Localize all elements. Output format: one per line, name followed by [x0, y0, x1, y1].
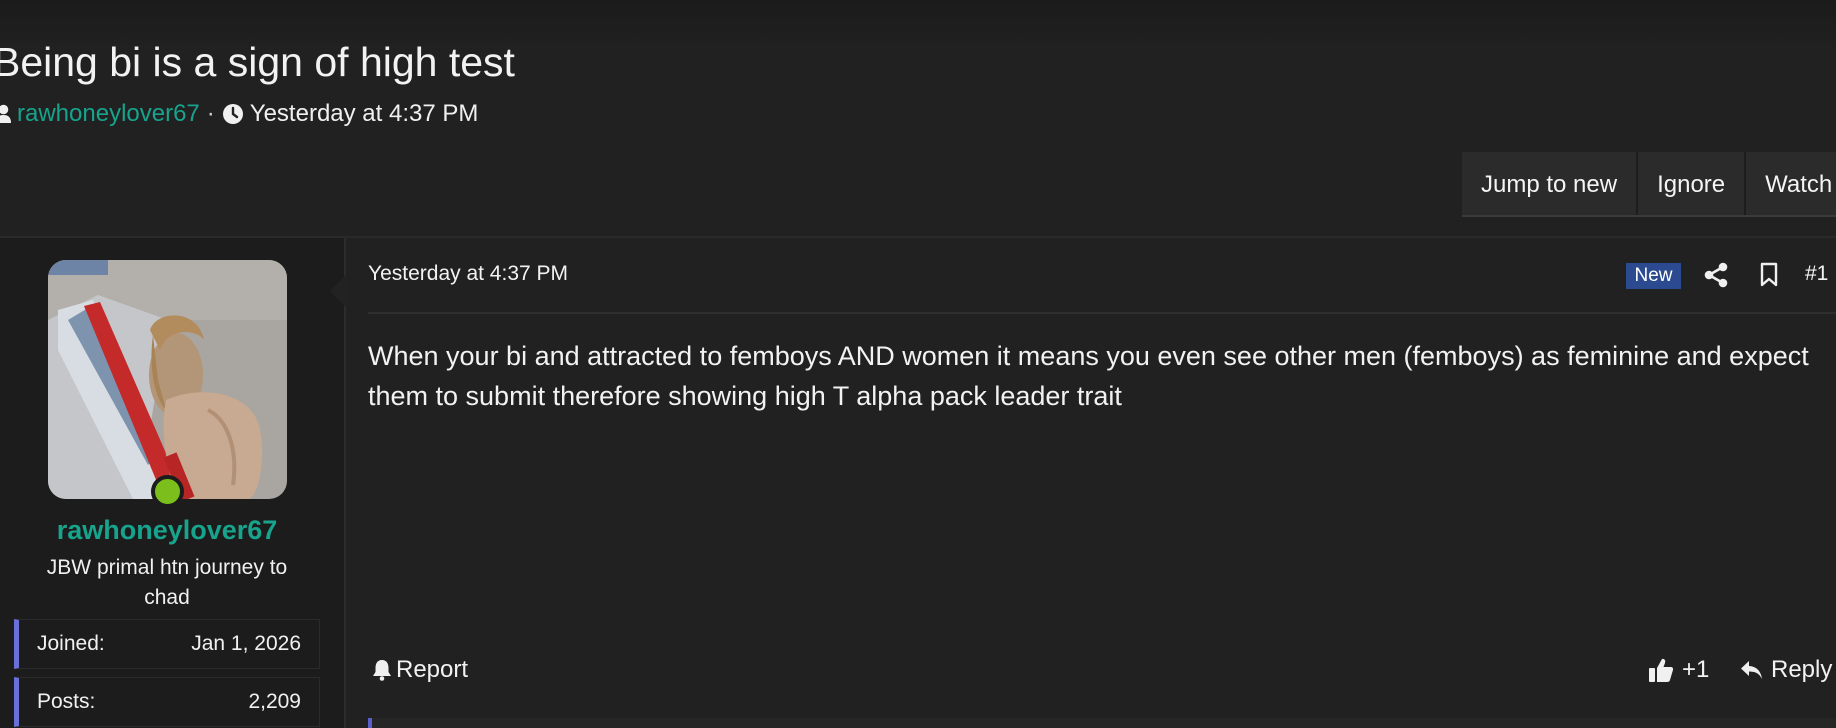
thread-title: Being bi is a sign of high test [0, 39, 515, 85]
like-count: +1 [1682, 656, 1710, 683]
online-status-indicator [151, 475, 184, 508]
thread-author-link[interactable]: rawhoneylover67 [17, 100, 200, 128]
stat-value: Jan 1, 2026 [191, 632, 301, 655]
clock-icon [222, 103, 244, 125]
post-number-link[interactable]: #1 [1805, 262, 1828, 286]
post-arrow [330, 275, 346, 307]
jump-to-new-button[interactable]: Jump to new [1462, 152, 1639, 217]
reply-label: Reply [1771, 656, 1833, 683]
user-icon [0, 104, 11, 124]
stat-label: Joined: [37, 632, 105, 655]
user-stat-posts: Posts: 2,209 [14, 677, 320, 727]
user-stat-joined: Joined: Jan 1, 2026 [14, 619, 320, 669]
share-icon[interactable] [1704, 262, 1728, 293]
action-bar-underline [1462, 215, 1836, 217]
ignore-button[interactable]: Ignore [1638, 152, 1747, 217]
watch-button[interactable]: Watch [1746, 152, 1836, 217]
thread-meta: rawhoneylover67 · Yesterday at 4:37 PM [0, 99, 478, 129]
post-date-link[interactable]: Yesterday at 4:37 PM [368, 262, 568, 286]
reply-icon [1740, 659, 1764, 681]
bookmark-icon[interactable] [1759, 262, 1779, 293]
new-badge: New [1626, 263, 1681, 289]
thread-start-time: Yesterday at 4:37 PM [249, 100, 479, 127]
post-header-divider [368, 312, 1836, 314]
stat-label: Posts: [37, 690, 96, 713]
bell-icon [372, 659, 392, 681]
like-button[interactable]: +1 [1648, 656, 1709, 684]
meta-separator: · [206, 100, 215, 127]
user-title: JBW primal htn journey to chad [46, 556, 288, 609]
report-link[interactable]: Report [372, 656, 468, 684]
thumbs-up-icon [1648, 657, 1674, 683]
post-username[interactable]: rawhoneylover67 [0, 515, 334, 546]
report-label: Report [396, 656, 469, 683]
next-post-edge [368, 718, 1836, 728]
reply-button[interactable]: Reply [1740, 656, 1832, 684]
post-body: When your bi and attracted to femboys AN… [368, 341, 1809, 411]
thread-action-bar: Jump to new Ignore Watch [1462, 152, 1836, 217]
stat-value: 2,209 [248, 690, 301, 713]
avatar[interactable] [48, 260, 287, 499]
